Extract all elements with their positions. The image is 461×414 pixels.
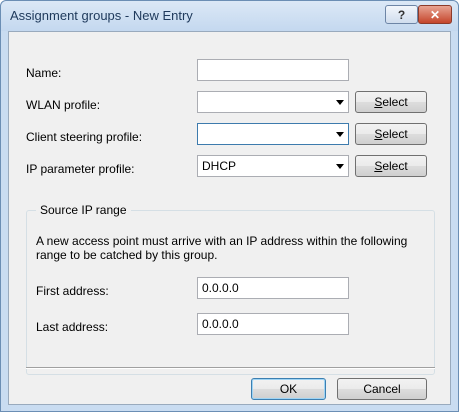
chevron-down-icon — [336, 100, 344, 105]
select-label: elect — [382, 159, 408, 173]
select-accel-key: S — [374, 95, 383, 109]
ok-button[interactable]: OK — [251, 378, 326, 400]
ip-parameter-profile-select-button[interactable]: Select — [355, 155, 427, 177]
name-label: Name: — [26, 66, 62, 80]
chevron-down-icon — [336, 132, 344, 137]
title-bar[interactable]: Assignment groups - New Entry ? ✕ — [1, 1, 458, 31]
client-steering-profile-label: Client steering profile: — [26, 130, 143, 144]
last-address-input[interactable]: 0.0.0.0 — [197, 313, 349, 335]
source-ip-range-description: A new access point must arrive with an I… — [36, 234, 408, 262]
help-icon: ? — [397, 7, 406, 22]
last-address-label: Last address: — [36, 320, 109, 334]
footer-separator — [26, 367, 435, 369]
wlan-profile-select-button[interactable]: Select — [355, 91, 427, 113]
close-button[interactable]: ✕ — [418, 5, 452, 24]
select-label: elect — [382, 95, 408, 109]
client-steering-profile-dropdown[interactable] — [197, 123, 349, 145]
ip-parameter-profile-value: DHCP — [202, 159, 237, 173]
help-button[interactable]: ? — [385, 5, 418, 24]
name-input[interactable] — [197, 59, 349, 81]
first-address-label: First address: — [36, 284, 109, 298]
ip-parameter-profile-dropdown[interactable]: DHCP — [197, 155, 349, 177]
ip-parameter-profile-label: IP parameter profile: — [26, 162, 135, 176]
select-accel-key: S — [374, 127, 383, 141]
chevron-down-icon — [336, 164, 344, 169]
select-label: elect — [382, 127, 408, 141]
window-title: Assignment groups - New Entry — [10, 8, 193, 23]
first-address-input[interactable]: 0.0.0.0 — [197, 277, 349, 299]
wlan-profile-label: WLAN profile: — [26, 98, 101, 112]
cancel-button[interactable]: Cancel — [337, 378, 427, 400]
select-accel-key: S — [374, 159, 383, 173]
client-steering-profile-select-button[interactable]: Select — [355, 123, 427, 145]
dialog-window: Assignment groups - New Entry ? ✕ Name: … — [0, 0, 459, 412]
source-ip-range-title: Source IP range — [36, 203, 131, 217]
close-icon: ✕ — [429, 7, 441, 22]
dialog-client-area: Name: WLAN profile: Select Client steeri… — [8, 31, 451, 405]
wlan-profile-dropdown[interactable] — [197, 91, 349, 113]
